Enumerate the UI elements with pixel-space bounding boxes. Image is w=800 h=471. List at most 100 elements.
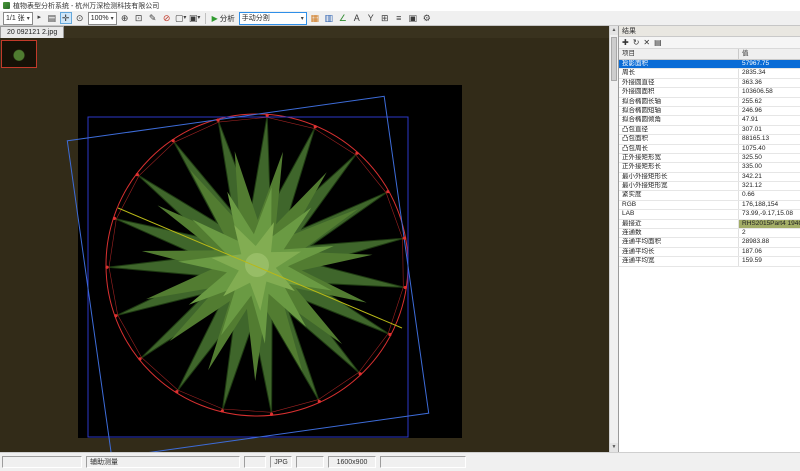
result-row[interactable]: 拟合椭圆短轴246.96: [619, 107, 800, 116]
label-tool-button[interactable]: A: [351, 12, 363, 24]
chevron-down-icon: ▾: [197, 12, 200, 24]
column-header-value: 值: [739, 49, 800, 59]
play-icon: ▶: [212, 14, 218, 23]
analyze-button[interactable]: ▶ 分析: [210, 13, 237, 24]
result-value: 342.21: [739, 173, 800, 181]
result-row[interactable]: 连通平均宽159.59: [619, 257, 800, 266]
results-panel: 结果 ✚ ↻ ✕ ▤ 项目 值 投影面积57967.75周长2835.34外接圆…: [618, 26, 800, 452]
settings-button[interactable]: ⚙: [421, 12, 433, 24]
result-row[interactable]: 连通数2: [619, 229, 800, 238]
film-icon[interactable]: ▤: [46, 12, 58, 24]
scroll-down-icon[interactable]: ▼: [610, 443, 618, 452]
fit-view-button[interactable]: ⊡: [133, 12, 145, 24]
move-tool-button[interactable]: ✛: [60, 12, 72, 24]
result-row[interactable]: 拟合椭圆长轴255.62: [619, 98, 800, 107]
result-row[interactable]: 投影面积57967.75: [619, 60, 800, 69]
status-resolution-cell: 1600x900: [328, 456, 376, 468]
refresh-result-icon[interactable]: ↻: [633, 38, 640, 47]
canvas-column: 20 092121 2.jpg: [0, 26, 609, 452]
result-row[interactable]: 连通平均长187.06: [619, 248, 800, 257]
result-row[interactable]: 凸包直径307.01: [619, 126, 800, 135]
results-toolbar: ✚ ↻ ✕ ▤: [619, 37, 800, 49]
result-value: 1075.40: [739, 145, 800, 153]
result-label: 连通数: [619, 229, 739, 237]
erase-tool-button[interactable]: ⊘: [161, 12, 173, 24]
scrollbar-thumb[interactable]: [611, 37, 617, 81]
page-selector[interactable]: 1/1 张 ▾: [3, 12, 33, 25]
results-panel-title: 结果: [619, 26, 800, 37]
result-row[interactable]: 紧实度0.66: [619, 191, 800, 200]
result-row[interactable]: 连通平均面积28983.88: [619, 238, 800, 247]
result-label: 凸包面积: [619, 135, 739, 143]
table-view-button[interactable]: ⊞: [379, 12, 391, 24]
segmentation-mode-value: 手动分割: [242, 13, 270, 23]
result-row[interactable]: LAB73.99,-9.17,15.08: [619, 210, 800, 219]
status-cell-blank: [296, 456, 324, 468]
add-result-icon[interactable]: ✚: [622, 38, 629, 47]
result-label: 最小外接矩形宽: [619, 182, 739, 190]
result-value: 47.91: [739, 116, 800, 124]
result-label: 最小外接矩形长: [619, 173, 739, 181]
result-row[interactable]: 正外接矩形长335.00: [619, 163, 800, 172]
chevron-down-icon: ▾: [27, 15, 30, 22]
result-label: 外接圆直径: [619, 79, 739, 87]
result-value: 159.59: [739, 257, 800, 265]
title-bar: 植物表型分析系统 - 杭州万深检测科技有限公司: [0, 0, 800, 11]
zoom-selector[interactable]: 100% ▾: [88, 12, 117, 25]
status-cell-blank: [2, 456, 82, 468]
result-row[interactable]: 拟合椭圆倾角47.91: [619, 116, 800, 125]
save-result-icon[interactable]: ▤: [654, 38, 662, 47]
result-value: 307.01: [739, 126, 800, 134]
result-label: 周长: [619, 69, 739, 77]
result-row[interactable]: 最小外接矩形长342.21: [619, 173, 800, 182]
shape-dropdown-1[interactable]: ▢▾: [175, 12, 187, 24]
list-view-button[interactable]: ≡: [393, 12, 405, 24]
page-selector-value: 1/1 张: [6, 13, 25, 23]
chevron-down-icon: ▾: [111, 15, 114, 22]
branch-tool-button[interactable]: Y: [365, 12, 377, 24]
image-export-button[interactable]: ▦: [309, 12, 321, 24]
result-row[interactable]: 凸包面积88165.13: [619, 135, 800, 144]
image-canvas[interactable]: [0, 38, 609, 452]
result-row[interactable]: 最小外接矩形宽321.12: [619, 182, 800, 191]
analyze-label: 分析: [220, 13, 235, 24]
segmentation-mode-selector[interactable]: 手动分割 ▾: [239, 12, 307, 25]
result-row[interactable]: 周长2835.34: [619, 69, 800, 78]
panel-toggle-button[interactable]: ▣: [407, 12, 419, 24]
result-row[interactable]: 最接近RHS2015Part4 194C Yellow: [619, 220, 800, 229]
chart-button[interactable]: ∠: [337, 12, 349, 24]
result-value: 57967.75: [739, 60, 800, 68]
result-label: 拟合椭圆倾角: [619, 116, 739, 124]
result-label: 最接近: [619, 220, 739, 228]
result-value: 2835.34: [739, 69, 800, 77]
report-export-button[interactable]: ▥: [323, 12, 335, 24]
scroll-up-icon[interactable]: ▲: [610, 26, 618, 35]
result-label: LAB: [619, 210, 739, 218]
magnifier-icon[interactable]: ⊙: [74, 12, 86, 24]
status-measure-cell[interactable]: 辅助测量: [86, 456, 240, 468]
canvas-vertical-scrollbar[interactable]: ▲ ▼: [609, 26, 618, 452]
result-value: RHS2015Part4 194C Yellow: [739, 220, 800, 228]
clear-result-icon[interactable]: ✕: [643, 38, 650, 47]
scrollbar-track[interactable]: [610, 35, 618, 443]
results-table-body: 投影面积57967.75周长2835.34外接圆直径363.36外接圆面积103…: [619, 60, 800, 267]
result-row[interactable]: 正外接矩形宽325.50: [619, 154, 800, 163]
result-label: 外接圆面积: [619, 88, 739, 96]
result-label: 正外接矩形长: [619, 163, 739, 171]
next-image-button[interactable]: ▸: [35, 12, 44, 24]
result-value: 325.50: [739, 154, 800, 162]
image-tab[interactable]: 20 092121 2.jpg: [0, 26, 64, 38]
result-row[interactable]: 凸包周长1075.40: [619, 145, 800, 154]
navigator-thumbnail[interactable]: [1, 40, 37, 68]
result-label: 凸包周长: [619, 145, 739, 153]
main-toolbar: 1/1 张 ▾ ▸ ▤ ✛ ⊙ 100% ▾ ⊕ ⊡ ✎ ⊘ ▢▾ ▣▾ ▶ 分…: [0, 11, 800, 26]
column-header-item: 项目: [619, 49, 739, 59]
result-row[interactable]: 外接圆直径363.36: [619, 79, 800, 88]
zoom-in-button[interactable]: ⊕: [119, 12, 131, 24]
result-value: 103606.58: [739, 88, 800, 96]
result-row[interactable]: RGB176,188,154: [619, 201, 800, 210]
result-value: 246.96: [739, 107, 800, 115]
result-row[interactable]: 外接圆面积103606.58: [619, 88, 800, 97]
shape-dropdown-2[interactable]: ▣▾: [189, 12, 201, 24]
edit-tool-button[interactable]: ✎: [147, 12, 159, 24]
